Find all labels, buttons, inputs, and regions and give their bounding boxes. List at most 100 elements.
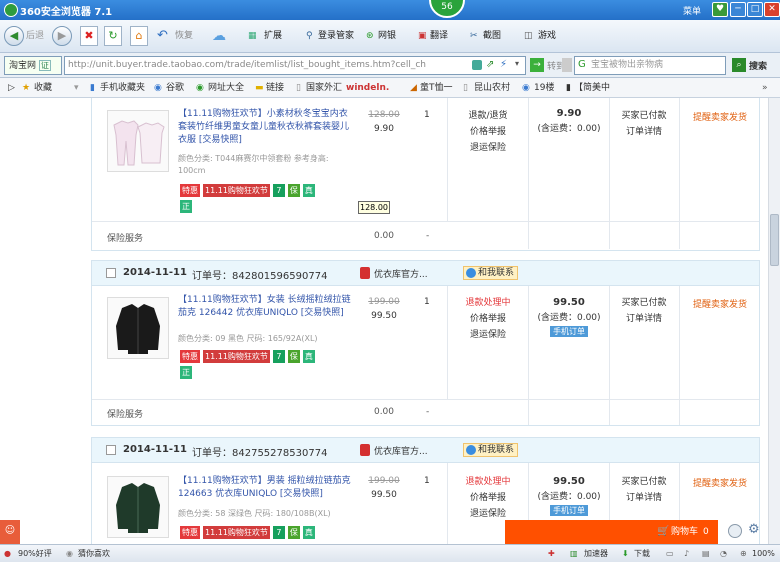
browser-menu-button[interactable]: 菜单 <box>683 4 701 17</box>
share-icon[interactable]: ⇗ <box>486 59 494 70</box>
login-manager-button[interactable]: 登录管家 <box>318 26 354 46</box>
guarantee-tag[interactable]: 保 <box>287 184 300 197</box>
festival-tag[interactable]: 11.11购物狂欢节 <box>203 184 270 197</box>
clock-icon[interactable]: ◔ <box>720 545 727 562</box>
order-detail-link[interactable]: 订单详情 <box>609 311 679 327</box>
order-detail-link[interactable]: 订单详情 <box>609 124 679 140</box>
vertical-scrollbar[interactable] <box>768 98 780 544</box>
speed-icon[interactable]: ⚡ <box>500 59 507 70</box>
search-icon[interactable]: ⌕ <box>732 58 746 72</box>
order-detail-link[interactable]: 订单详情 <box>609 490 679 506</box>
remind-seller-button[interactable]: 提醒卖家发货 <box>680 476 760 489</box>
page-icon[interactable]: ▭ <box>666 545 674 562</box>
forward-arrow-icon[interactable]: ▶ <box>52 26 72 46</box>
scrollbar-thumb[interactable] <box>770 214 779 266</box>
seven-day-tag[interactable]: 7 <box>272 350 285 363</box>
product-image[interactable] <box>107 476 169 538</box>
bookmark-mobile[interactable]: 手机收藏夹 <box>100 81 145 95</box>
bookmark-19lou[interactable]: 19楼 <box>534 81 554 95</box>
screenshot-button[interactable]: 截图 <box>483 26 501 46</box>
genuine-tag[interactable]: 真 <box>302 350 315 363</box>
product-image[interactable] <box>107 110 169 172</box>
product-image[interactable] <box>107 297 169 359</box>
bookmark-favorites[interactable]: 收藏 <box>34 81 52 95</box>
minimize-button[interactable]: ─ <box>730 2 746 17</box>
netbank-button[interactable]: 网银 <box>378 26 396 46</box>
cloud-icon[interactable]: ☁ <box>212 26 226 46</box>
genuine-tag[interactable]: 真 <box>302 526 315 539</box>
sale-tag[interactable]: 特惠 <box>180 184 200 197</box>
bookmark-forex[interactable]: 国家外汇 <box>306 81 342 95</box>
guess-link[interactable]: 猜你喜欢 <box>78 545 110 562</box>
shop-name-link[interactable]: 优衣库官方... <box>374 267 428 280</box>
address-input[interactable]: http://unit.buyer.trade.taobao.com/trade… <box>64 56 526 75</box>
remind-seller-button[interactable]: 提醒卖家发货 <box>680 110 760 123</box>
extend-grid-icon[interactable]: ▦ <box>248 26 257 46</box>
sale-tag[interactable]: 特惠 <box>180 526 200 539</box>
bookmark-kunshan[interactable]: 昆山农村 <box>474 81 510 95</box>
login-key-icon[interactable]: ⚲ <box>306 26 313 46</box>
site-identity-tag[interactable]: 淘宝网 证 <box>4 56 62 75</box>
return-insurance-link[interactable]: 退运保险 <box>456 327 520 343</box>
screenshot-icon[interactable]: ✂ <box>470 26 478 46</box>
refund-link[interactable]: 退款/退货 <box>456 108 520 124</box>
return-insurance-link[interactable]: 退运保险 <box>456 140 520 156</box>
go-arrow-icon[interactable]: → <box>530 58 544 72</box>
games-button[interactable]: 游戏 <box>538 26 556 46</box>
contact-seller-button[interactable]: 和我联系 <box>463 266 519 280</box>
more-bookmarks-icon[interactable]: » <box>762 81 768 95</box>
search-button[interactable]: 搜索 <box>749 59 767 72</box>
bookmark-tshirt[interactable]: 童T恤一 <box>420 81 453 95</box>
rating-text[interactable]: 90%好评 <box>18 545 52 562</box>
price-report-link[interactable]: 价格举报 <box>456 124 520 140</box>
accelerator-button[interactable]: 加速器 <box>584 545 608 562</box>
bookmark-windeln[interactable]: windeln. <box>346 81 389 95</box>
shop-name-link[interactable]: 优衣库官方... <box>374 444 428 457</box>
home-icon[interactable]: ⌂ <box>130 26 148 46</box>
gear-icon[interactable]: ⚙ <box>748 522 760 537</box>
price-report-link[interactable]: 价格举报 <box>456 490 520 506</box>
cart-bar[interactable]: 🛒 购物车 0 <box>505 520 718 544</box>
shield-icon[interactable]: ✚ <box>548 545 555 562</box>
dropdown-chevron-icon[interactable]: ▾ <box>515 59 519 68</box>
headset-icon[interactable] <box>728 524 742 538</box>
authentic-tag[interactable]: 正 <box>180 200 192 213</box>
contact-seller-button[interactable]: 和我联系 <box>463 443 519 457</box>
seven-day-tag[interactable]: 7 <box>272 184 285 197</box>
page-icon[interactable] <box>472 60 482 70</box>
authentic-tag[interactable]: 正 <box>180 366 192 379</box>
layout-icon[interactable]: ▤ <box>702 545 710 562</box>
extend-button[interactable]: 扩展 <box>264 26 282 46</box>
order-checkbox[interactable] <box>106 268 116 278</box>
stop-icon[interactable]: ✖ <box>80 26 98 46</box>
download-button[interactable]: 下载 <box>634 545 650 562</box>
refund-status-link[interactable]: 退款处理中 <box>456 474 520 490</box>
guarantee-tag[interactable]: 保 <box>287 350 300 363</box>
netbank-icon[interactable]: ⊛ <box>366 26 374 46</box>
bookmark-jianmei[interactable]: 【简美中 <box>574 81 610 95</box>
translate-icon[interactable]: ▣ <box>418 26 427 46</box>
guarantee-tag[interactable]: 保 <box>287 526 300 539</box>
remind-seller-button[interactable]: 提醒卖家发货 <box>680 297 760 310</box>
product-title-link[interactable]: 【11.11购物狂欢节】女装 长绒摇粒绒拉链茄克 126442 优衣库UNIQL… <box>178 294 356 320</box>
refund-status-link[interactable]: 退款处理中 <box>456 295 520 311</box>
maximize-button[interactable]: □ <box>747 2 763 17</box>
bookmarks-toggle-icon[interactable]: ▷ <box>8 81 15 95</box>
restore-button[interactable]: 恢复 <box>175 26 193 46</box>
zoom-level[interactable]: 100% <box>752 545 775 562</box>
skin-icon[interactable]: ♥ <box>712 2 728 17</box>
side-cart-tab[interactable]: ☺ <box>0 520 20 544</box>
genuine-tag[interactable]: 真 <box>302 184 315 197</box>
close-button[interactable]: ✕ <box>764 2 780 17</box>
sound-icon[interactable]: ♪ <box>684 545 689 562</box>
refresh-icon[interactable]: ↻ <box>104 26 122 46</box>
festival-tag[interactable]: 11.11购物狂欢节 <box>203 350 270 363</box>
games-icon[interactable]: ◫ <box>524 26 533 46</box>
order-checkbox[interactable] <box>106 445 116 455</box>
festival-tag[interactable]: 11.11购物狂欢节 <box>203 526 270 539</box>
zoom-icon[interactable]: ⊕ <box>740 545 747 562</box>
seven-day-tag[interactable]: 7 <box>272 526 285 539</box>
undo-icon[interactable]: ↶ <box>157 26 168 46</box>
product-title-link[interactable]: 【11.11购物狂欢节】男装 摇粒绒拉链茄克 124663 优衣库UNIQLO … <box>178 475 356 501</box>
bookmark-nav[interactable]: 网址大全 <box>208 81 244 95</box>
